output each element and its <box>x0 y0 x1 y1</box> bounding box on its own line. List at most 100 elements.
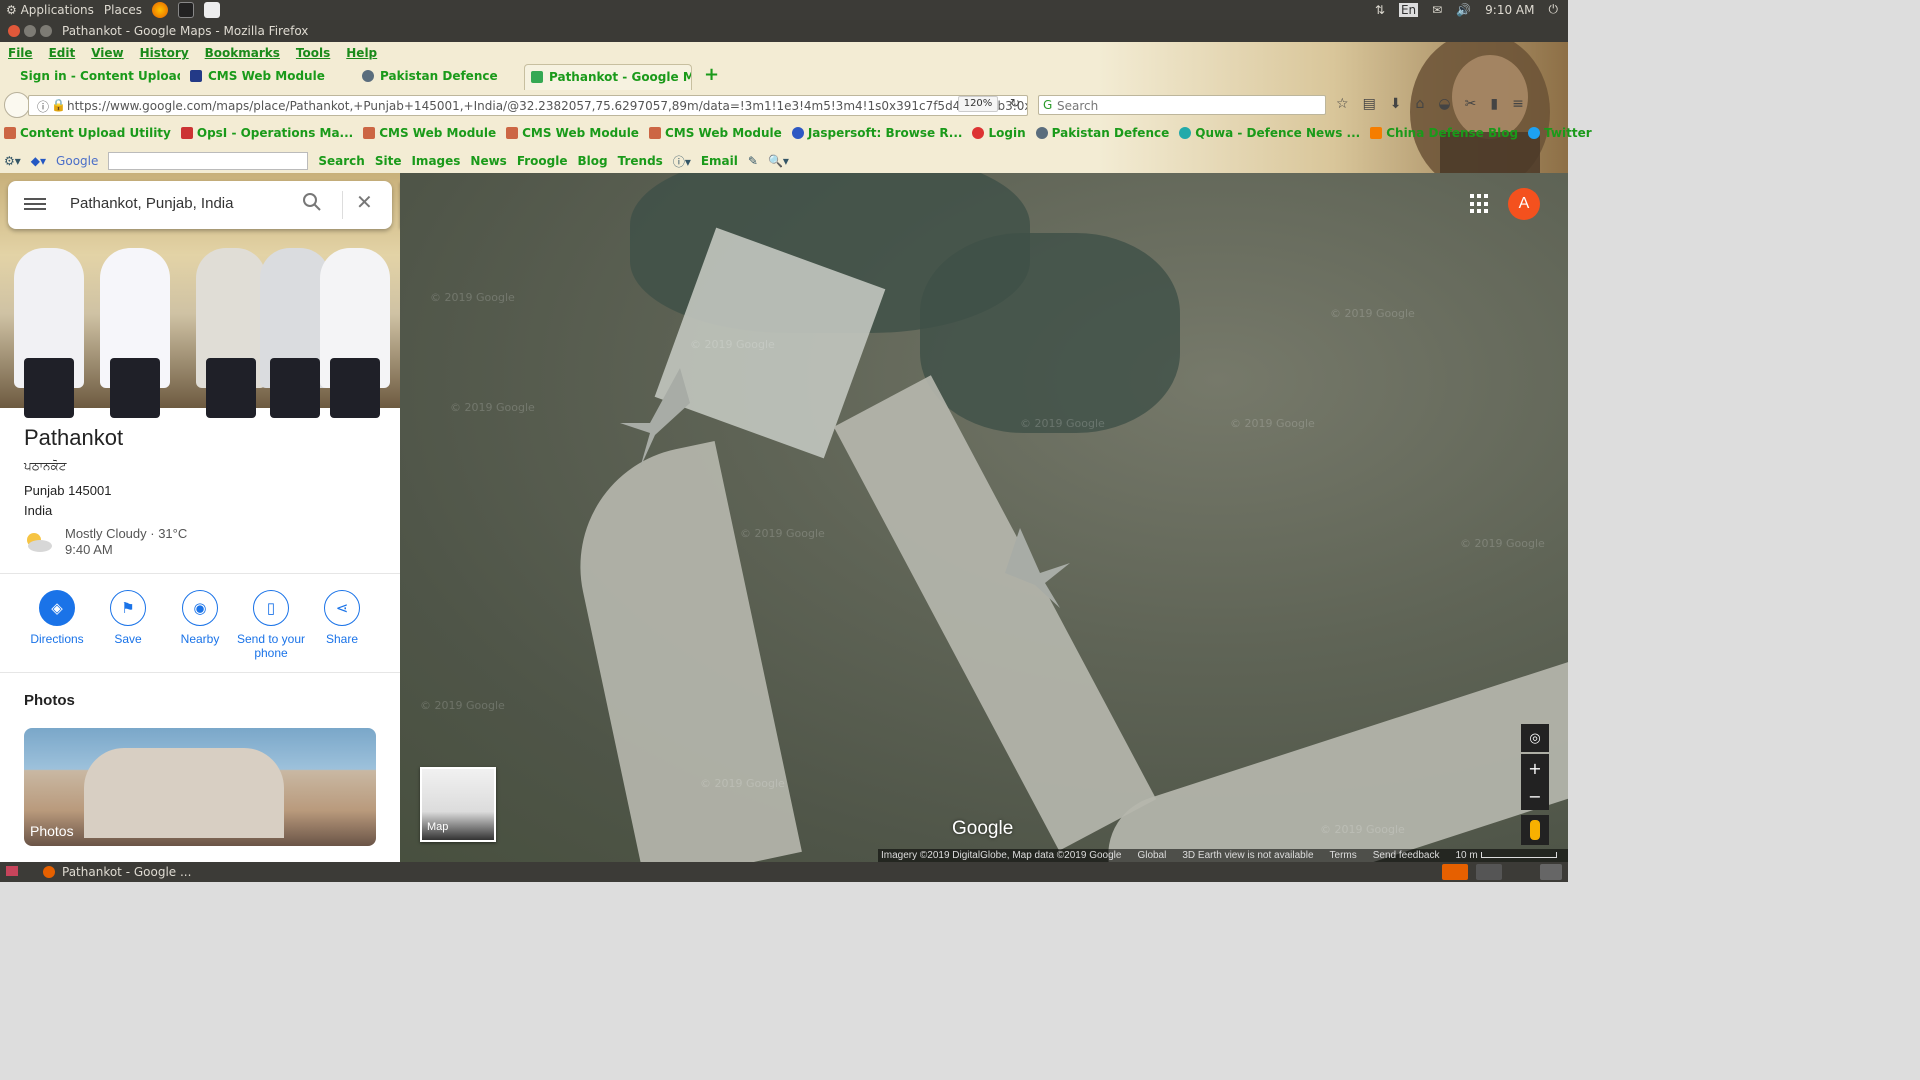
tab-content-upload[interactable]: Sign in - Content Upload U <box>14 64 180 90</box>
download-icon[interactable]: ⬇ <box>1390 96 1402 112</box>
bookmark-item[interactable]: Pakistan Defence <box>1035 126 1169 146</box>
menu-view[interactable]: View <box>83 44 131 64</box>
bookmark-item[interactable]: Twitter <box>1528 126 1592 146</box>
account-avatar[interactable]: A <box>1508 188 1540 220</box>
library-icon[interactable]: ▮ <box>1490 96 1498 112</box>
search-engine-icon[interactable]: G <box>1043 98 1052 112</box>
googlebar-trends[interactable]: Trends <box>618 154 663 168</box>
text-editor-icon[interactable] <box>204 2 221 18</box>
bookmark-item[interactable]: Content Upload Utility <box>4 126 171 146</box>
pegman-icon[interactable] <box>1521 815 1549 845</box>
google-brand-menu[interactable]: Google <box>56 154 98 168</box>
magnifier-icon[interactable]: 🔍▾ <box>768 154 789 168</box>
google-apps-icon[interactable] <box>1470 194 1490 214</box>
keyboard-layout[interactable]: En <box>1398 2 1419 17</box>
googlebar-blog[interactable]: Blog <box>578 154 608 168</box>
bookmark-item[interactable]: Login <box>972 126 1026 146</box>
send-to-phone-button[interactable]: ▯ Send to your phone <box>228 590 314 660</box>
menu-edit[interactable]: Edit <box>41 44 84 64</box>
bookmark-item[interactable]: Jaspersoft: Browse R... <box>791 126 962 146</box>
back-button[interactable] <box>4 92 30 118</box>
google-toolbar-search-input[interactable] <box>108 152 309 170</box>
new-tab-button[interactable]: + <box>700 64 724 90</box>
home-icon[interactable]: ⌂ <box>1416 96 1425 112</box>
pocket-icon[interactable]: ◒ <box>1438 96 1450 112</box>
reading-list-icon[interactable]: ▤ <box>1363 96 1376 112</box>
maps-search-input[interactable]: Pathankot, Punjab, India <box>70 195 233 212</box>
googlebar-search[interactable]: Search <box>318 154 364 168</box>
maximize-window-button[interactable] <box>40 25 52 37</box>
hamburger-menu-icon[interactable] <box>24 195 46 213</box>
tab-pathankot-maps[interactable]: Pathankot - Google Ma <box>524 64 692 90</box>
global-link[interactable]: Global <box>1137 850 1166 861</box>
send-feedback-link[interactable]: Send feedback <box>1373 850 1440 861</box>
directions-button[interactable]: ◈ Directions <box>22 590 92 646</box>
tab-pakistan-defence[interactable]: Pakistan Defence <box>356 64 522 90</box>
bookmark-item[interactable]: CMS Web Module <box>506 126 639 146</box>
mail-icon[interactable]: ✉ <box>1432 3 1442 17</box>
volume-icon[interactable]: 🔊 <box>1456 3 1471 17</box>
zoom-out-button[interactable]: − <box>1521 782 1549 810</box>
show-desktop-icon[interactable] <box>6 866 18 876</box>
menu-tools[interactable]: Tools <box>288 44 338 64</box>
menu-bookmarks[interactable]: Bookmarks <box>197 44 288 64</box>
nearby-button[interactable]: ◉ Nearby <box>165 590 235 646</box>
workspace-indicator[interactable] <box>1442 864 1468 880</box>
hamburger-menu-icon[interactable]: ≡ <box>1512 96 1524 112</box>
dropbox-icon[interactable]: ◆▾ <box>31 154 46 168</box>
menu-history[interactable]: History <box>132 44 197 64</box>
action-label: Directions <box>30 632 84 646</box>
info-icon[interactable]: ⓘ <box>37 98 49 115</box>
share-button[interactable]: ⋖ Share <box>307 590 377 646</box>
bookmark-item[interactable]: China Defense Blog <box>1370 126 1518 146</box>
save-button[interactable]: ⚑ Save <box>93 590 163 646</box>
star-icon[interactable]: ☆ <box>1336 96 1349 112</box>
menu-help[interactable]: Help <box>338 44 385 64</box>
reload-icon[interactable]: ↻ <box>1010 96 1020 110</box>
menu-file[interactable]: File <box>0 44 41 64</box>
maps-search-box[interactable]: Pathankot, Punjab, India ✕ <box>8 181 392 229</box>
terms-link[interactable]: Terms <box>1330 850 1357 861</box>
workspace-indicator[interactable] <box>1476 864 1502 880</box>
minimize-window-button[interactable] <box>24 25 36 37</box>
tab-label: Pathankot - Google Ma <box>549 70 692 84</box>
vegetation-area <box>920 233 1180 433</box>
zoom-in-button[interactable]: + <box>1521 754 1549 782</box>
highlighter-icon[interactable]: ✎ <box>748 154 758 168</box>
googlebar-froogle[interactable]: Froogle <box>517 154 568 168</box>
search-icon[interactable] <box>302 192 324 214</box>
googlebar-news[interactable]: News <box>470 154 506 168</box>
my-location-icon[interactable]: ◎ <box>1521 724 1549 752</box>
firefox-launcher-icon[interactable] <box>152 2 169 18</box>
places-menu[interactable]: Places <box>104 3 142 17</box>
zoom-indicator[interactable]: 120% <box>958 96 998 112</box>
toolbar-options-icon[interactable]: ⚙▾ <box>4 154 21 168</box>
applications-menu[interactable]: ⚙ Applications <box>6 3 94 17</box>
trash-icon[interactable] <box>1540 864 1562 880</box>
photos-label: Photos <box>30 823 74 839</box>
photos-thumbnail[interactable] <box>24 728 376 846</box>
tab-cms-web-module[interactable]: CMS Web Module <box>184 64 352 90</box>
system-monitor-icon[interactable] <box>178 2 195 18</box>
bookmark-item[interactable]: CMS Web Module <box>648 126 782 146</box>
satellite-map[interactable]: © 2019 Google © 2019 Google © 2019 Googl… <box>400 173 1568 862</box>
googlebar-email[interactable]: Email <box>701 154 738 168</box>
close-icon[interactable]: ✕ <box>356 190 373 214</box>
browser-search-input[interactable]: G Search <box>1038 95 1326 115</box>
aircraft <box>620 368 690 468</box>
power-icon[interactable]: ⏻ <box>1549 2 1559 17</box>
bookmark-item[interactable]: CMS Web Module <box>363 126 496 146</box>
bookmark-item[interactable]: OpsI - Operations Ma... <box>180 126 353 146</box>
clock[interactable]: 9:10 AM <box>1485 3 1534 17</box>
url-bar[interactable]: ⓘ 🔒 https://www.google.com/maps/place/Pa… <box>28 95 1028 116</box>
googlebar-images[interactable]: Images <box>411 154 460 168</box>
googlebar-site[interactable]: Site <box>375 154 402 168</box>
map-watermark: © 2019 Google <box>1230 417 1315 430</box>
screenshot-icon[interactable]: ✂ <box>1465 96 1477 112</box>
scale-label[interactable]: 10 m <box>1455 850 1557 861</box>
close-window-button[interactable] <box>8 25 20 37</box>
taskbar-window-item[interactable]: Pathankot - Google ... <box>40 863 220 881</box>
network-icon[interactable]: ⇅ <box>1375 3 1385 17</box>
info-menu-icon[interactable]: ⓘ▾ <box>673 153 691 170</box>
bookmark-item[interactable]: Quwa - Defence News ... <box>1179 126 1360 146</box>
